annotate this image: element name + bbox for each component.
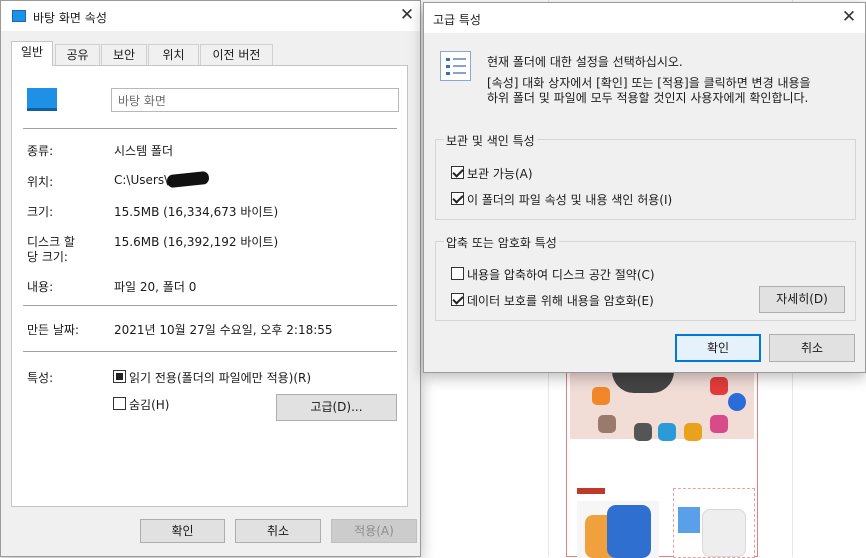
camera-app-icon bbox=[710, 415, 728, 433]
list-line bbox=[453, 72, 466, 74]
tab-label: 일반 bbox=[20, 45, 44, 59]
hidden-checkbox[interactable] bbox=[113, 397, 126, 410]
compress-label[interactable]: 내용을 압축하여 디스크 공간 절약(C) bbox=[467, 266, 655, 283]
attributes-label: 특성: bbox=[27, 371, 54, 385]
dialog-title: 고급 특성 bbox=[433, 13, 481, 27]
facebook-app-icon bbox=[728, 393, 746, 411]
general-tab-panel bbox=[11, 65, 408, 507]
list-bullet bbox=[446, 58, 450, 61]
archive-checkbox[interactable] bbox=[451, 166, 464, 179]
list-line bbox=[453, 58, 466, 60]
disk-size-label: 당 크기: bbox=[27, 250, 68, 264]
advanced-button[interactable]: 고급(D)... bbox=[276, 394, 397, 421]
list-line bbox=[453, 65, 466, 67]
app-icon bbox=[710, 377, 728, 395]
type-value: 시스템 폴더 bbox=[114, 144, 174, 158]
tab-sharing[interactable]: 공유 bbox=[55, 44, 100, 65]
title-bar[interactable]: 고급 특성 ✕ bbox=[424, 3, 865, 33]
tab-general[interactable]: 일반 bbox=[11, 41, 53, 66]
grid-app-icon bbox=[634, 423, 652, 441]
tab-location[interactable]: 위치 bbox=[148, 44, 199, 65]
product-card[interactable] bbox=[566, 362, 758, 558]
apply-button: 적용(A) bbox=[331, 519, 417, 543]
intro-text: 하위 폴더 및 파일에 모두 적용할 것인지 사용자에게 확인합니다. bbox=[487, 91, 809, 105]
cancel-button[interactable]: 취소 bbox=[235, 519, 321, 543]
ok-button[interactable]: 확인 bbox=[140, 519, 225, 543]
list-bullet bbox=[446, 72, 450, 75]
tab-previous-versions[interactable]: 이전 버전 bbox=[200, 44, 273, 65]
separator bbox=[23, 128, 397, 129]
location-label: 위치: bbox=[27, 175, 54, 189]
tab-label: 위치 bbox=[162, 48, 185, 62]
mail-app-icon bbox=[592, 387, 610, 405]
phone-app-icon bbox=[658, 423, 676, 441]
properties-dialog: 바탕 화면 속성 ✕ 일반 공유 보안 위치 이전 버전 바탕 화면 종류: 시… bbox=[0, 0, 421, 557]
advanced-attributes-dialog: 고급 특성 ✕ 현재 폴더에 대한 설정을 선택하십시오. [속성] 대화 상자… bbox=[423, 2, 866, 373]
watch-image bbox=[607, 505, 651, 558]
separator bbox=[23, 305, 397, 306]
blue-smartwatch-image bbox=[577, 501, 659, 558]
type-label: 종류: bbox=[27, 144, 54, 158]
readonly-label[interactable]: 읽기 전용(폴더의 파일에만 적용)(R) bbox=[129, 369, 311, 386]
android-badge-image bbox=[678, 507, 700, 533]
projector-product-image bbox=[673, 488, 755, 558]
details-button[interactable]: 자세히(D) bbox=[759, 286, 845, 313]
group-title: 보관 및 색인 특성 bbox=[444, 132, 537, 149]
tab-label: 보안 bbox=[112, 48, 136, 62]
music-app-icon bbox=[684, 423, 702, 441]
contents-value: 파일 20, 폴더 0 bbox=[114, 280, 197, 294]
close-icon[interactable]: ✕ bbox=[395, 4, 419, 28]
title-bar[interactable]: 바탕 화면 속성 ✕ bbox=[1, 1, 420, 31]
separator bbox=[23, 351, 397, 352]
disk-size-value: 15.6MB (16,392,192 바이트) bbox=[114, 235, 279, 249]
smartwatch-promo-image bbox=[570, 371, 754, 441]
group-title: 압축 또는 암호화 특성 bbox=[444, 234, 559, 251]
size-label: 크기: bbox=[27, 205, 54, 219]
intro-text: 현재 폴더에 대한 설정을 선택하십시오. bbox=[487, 55, 683, 69]
encrypt-label[interactable]: 데이터 보호를 위해 내용을 암호화(E) bbox=[467, 292, 654, 309]
folder-name-input[interactable]: 바탕 화면 bbox=[111, 88, 399, 112]
created-value: 2021년 10월 27일 수요일, 오후 2:18:55 bbox=[114, 323, 333, 337]
size-value: 15.5MB (16,334,673 바이트) bbox=[114, 205, 279, 219]
archive-label[interactable]: 보관 가능(A) bbox=[467, 165, 533, 182]
encrypt-checkbox[interactable] bbox=[451, 293, 464, 306]
index-checkbox[interactable] bbox=[451, 192, 464, 205]
ok-button[interactable]: 확인 bbox=[675, 334, 761, 362]
tab-security[interactable]: 보안 bbox=[101, 44, 147, 65]
dialog-title: 바탕 화면 속성 bbox=[33, 11, 107, 25]
location-value: C:\Users\ bbox=[114, 173, 169, 187]
folder-icon bbox=[12, 10, 26, 22]
bed-app-icon bbox=[598, 415, 616, 433]
index-label[interactable]: 이 폴더의 파일 속성 및 내용 색인 허용(I) bbox=[467, 191, 672, 208]
desktop-folder-icon bbox=[27, 88, 57, 111]
watch-face-image bbox=[612, 371, 674, 393]
tab-label: 공유 bbox=[66, 48, 89, 62]
settings-list-icon bbox=[440, 51, 471, 81]
compress-checkbox[interactable] bbox=[451, 267, 464, 280]
close-icon[interactable]: ✕ bbox=[837, 6, 861, 30]
created-label: 만든 날짜: bbox=[27, 323, 80, 337]
contents-label: 내용: bbox=[27, 280, 54, 294]
readonly-checkbox[interactable] bbox=[113, 370, 126, 383]
list-bullet bbox=[446, 65, 450, 68]
brand-logo bbox=[577, 488, 605, 494]
cancel-button[interactable]: 취소 bbox=[769, 334, 855, 362]
hidden-label[interactable]: 숨김(H) bbox=[129, 396, 169, 413]
tab-label: 이전 버전 bbox=[212, 48, 261, 62]
projector-image bbox=[702, 509, 746, 557]
